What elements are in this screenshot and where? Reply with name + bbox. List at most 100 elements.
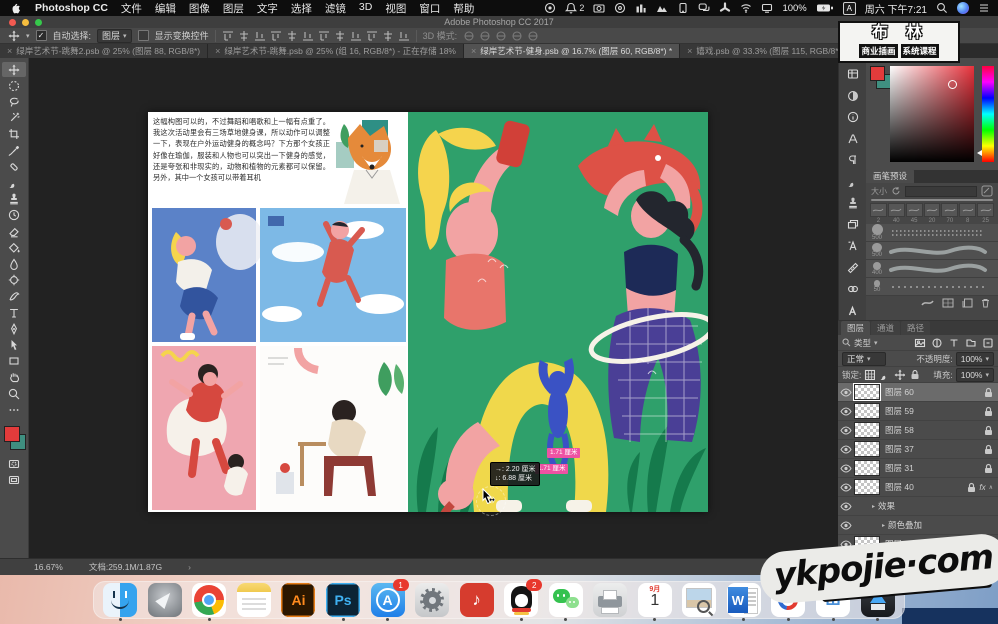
- layer-row-图层 40[interactable]: 图层 40fx∧: [838, 478, 998, 497]
- menu-3D[interactable]: 3D: [359, 1, 372, 16]
- path-select-tool[interactable]: [2, 337, 26, 352]
- dock-item-calendar[interactable]: 9月1: [638, 583, 672, 617]
- hand-tool[interactable]: [2, 370, 26, 385]
- brush-preset-thumbnail[interactable]: 25: [977, 203, 994, 224]
- 3d-roll-icon[interactable]: [479, 30, 491, 42]
- menu-图层[interactable]: 图层: [223, 1, 244, 16]
- ellipsis-tool[interactable]: [2, 402, 26, 417]
- move-tool[interactable]: [2, 62, 26, 77]
- color-picker-marker[interactable]: [948, 80, 957, 89]
- brush-preset-thumbnail[interactable]: 40: [888, 203, 905, 224]
- 3d-scale-icon[interactable]: [527, 30, 539, 42]
- menu-编辑[interactable]: 编辑: [155, 1, 176, 16]
- input-method-icon[interactable]: A: [843, 2, 856, 15]
- layer-name[interactable]: 图层 37: [885, 443, 984, 455]
- lock-pixels-icon[interactable]: [879, 369, 890, 380]
- hue-slider[interactable]: [982, 66, 994, 162]
- layer-name[interactable]: 颜色叠加: [888, 519, 993, 531]
- menu-图像[interactable]: 图像: [189, 1, 210, 16]
- show-transform-checkbox[interactable]: [138, 30, 149, 41]
- fan-icon[interactable]: [719, 2, 731, 14]
- distribute-vertical-centers-icon[interactable]: [334, 30, 346, 42]
- dock-item-photoshop[interactable]: Ps: [326, 583, 360, 617]
- dock-item-printer[interactable]: [593, 583, 627, 617]
- lock-transparent-icon[interactable]: [864, 369, 875, 380]
- display-mirroring-icon[interactable]: [761, 2, 773, 14]
- blur-tool[interactable]: [2, 256, 26, 271]
- brush-panel-toggle-icon[interactable]: [981, 185, 993, 197]
- close-tab-icon[interactable]: ×: [471, 46, 476, 56]
- layers-tab-图层[interactable]: 图层: [841, 321, 870, 335]
- layer-visibility-icon[interactable]: [838, 388, 854, 397]
- dock-item-word[interactable]: W: [727, 583, 761, 617]
- mountain-icon[interactable]: [656, 2, 668, 14]
- paint-bucket-tool[interactable]: [2, 240, 26, 255]
- disc-icon[interactable]: [614, 2, 626, 14]
- align-horizontal-centers-icon[interactable]: [286, 30, 298, 42]
- brush-tool[interactable]: [2, 175, 26, 190]
- marquee-tool[interactable]: [2, 78, 26, 93]
- blend-mode-dropdown[interactable]: 正常 ▾: [842, 352, 886, 366]
- layer-name[interactable]: 图层 59: [885, 405, 984, 417]
- layer-name[interactable]: 图层 58: [885, 424, 984, 436]
- brush-preset-thumbnail[interactable]: 70: [941, 203, 958, 224]
- layer-row-图层 58[interactable]: 图层 58: [838, 421, 998, 440]
- brush-preset-thumbnail[interactable]: 45: [906, 203, 923, 224]
- layer-visibility-icon[interactable]: [838, 521, 854, 530]
- layer-row-颜色叠加[interactable]: ▸颜色叠加: [838, 516, 998, 535]
- dock-item-illustrator[interactable]: Ai: [281, 583, 315, 617]
- app-menu-title[interactable]: Photoshop CC: [35, 2, 108, 14]
- layer-row-图层 59[interactable]: 图层 59: [838, 402, 998, 421]
- auto-select-dropdown[interactable]: 图层 ▾: [97, 29, 132, 43]
- hue-slider-marker[interactable]: [977, 150, 982, 156]
- document-tab-3[interactable]: ×绿岸艺术节-健身.psb @ 16.7% (图层 60, RGB/8*) *: [464, 44, 680, 58]
- panel-icon-adjustments[interactable]: [842, 88, 864, 104]
- align-top-edges-icon[interactable]: [222, 30, 234, 42]
- chat-icon[interactable]: [698, 2, 710, 14]
- document-tab-1[interactable]: ×绿岸艺术节-跳舞2.psb @ 25% (图层 88, RGB/8*): [0, 44, 208, 58]
- 3d-rotate-icon[interactable]: [463, 30, 475, 42]
- 3d-drag-icon[interactable]: [495, 30, 507, 42]
- status-chevron-icon[interactable]: ›: [188, 562, 191, 572]
- distribute-horizontal-centers-icon[interactable]: [382, 30, 394, 42]
- menu-视图[interactable]: 视图: [385, 1, 406, 16]
- opacity-dropdown[interactable]: 100% ▾: [956, 352, 994, 366]
- document-tab-4[interactable]: ×嬉戏.psb @ 33.3% (图层 115, RGB/8*): [680, 44, 849, 58]
- dock-item-wechat[interactable]: [549, 583, 583, 617]
- panel-icon-paragraph[interactable]: [842, 152, 864, 168]
- bell-icon[interactable]: 2: [565, 2, 584, 14]
- move-tool-preset-icon[interactable]: [8, 30, 20, 42]
- layer-name[interactable]: 图层 60: [885, 386, 984, 398]
- new-brush-icon[interactable]: [962, 298, 973, 308]
- document-canvas[interactable]: 这幅构图可以的，不过舞蹈和唱歌和上一幅有点重了。我这次活动里会有三场草地健身课，…: [148, 112, 708, 512]
- layer-visibility-icon[interactable]: [838, 445, 854, 454]
- toolbar-foreground-color[interactable]: [4, 426, 20, 442]
- texture-icon[interactable]: [942, 298, 954, 308]
- layer-name[interactable]: 图层 40: [885, 481, 967, 493]
- menu-窗口[interactable]: 窗口: [419, 1, 440, 16]
- layer-name[interactable]: 图层 31: [885, 462, 984, 474]
- brush-preset-thumbnail[interactable]: 2: [870, 203, 887, 224]
- align-vertical-centers-icon[interactable]: [238, 30, 250, 42]
- eraser-tool[interactable]: [2, 224, 26, 239]
- panel-icon-info[interactable]: [842, 109, 864, 125]
- panel-icon-libraries[interactable]: [842, 281, 864, 297]
- dock-item-qq[interactable]: 2: [504, 583, 538, 617]
- distribute-bottom-edges-icon[interactable]: [350, 30, 362, 42]
- record-icon[interactable]: [544, 2, 556, 14]
- layer-visibility-icon[interactable]: [838, 426, 854, 435]
- dock-item-notes[interactable]: [237, 583, 271, 617]
- panel-icon-swatches[interactable]: [842, 66, 864, 82]
- layer-thumbnail[interactable]: [854, 403, 880, 419]
- expand-icon[interactable]: ▸: [872, 503, 875, 510]
- canvas-pasteboard[interactable]: 这幅构图可以的，不过舞蹈和唱歌和上一幅有点重了。我这次活动里会有三场草地健身课，…: [28, 58, 838, 558]
- tab-brush-presets[interactable]: 画笔预设: [866, 169, 914, 183]
- layer-thumbnail[interactable]: [854, 422, 880, 438]
- auto-select-checkbox[interactable]: ✓: [36, 30, 47, 41]
- adjustment-filter-icon[interactable]: [931, 337, 943, 349]
- dock-item-chrome[interactable]: [192, 583, 226, 617]
- screen-capture-icon[interactable]: [593, 2, 605, 14]
- collapse-fx-icon[interactable]: ∧: [989, 484, 993, 491]
- lock-all-icon[interactable]: [909, 369, 920, 380]
- phone-icon[interactable]: [677, 2, 689, 14]
